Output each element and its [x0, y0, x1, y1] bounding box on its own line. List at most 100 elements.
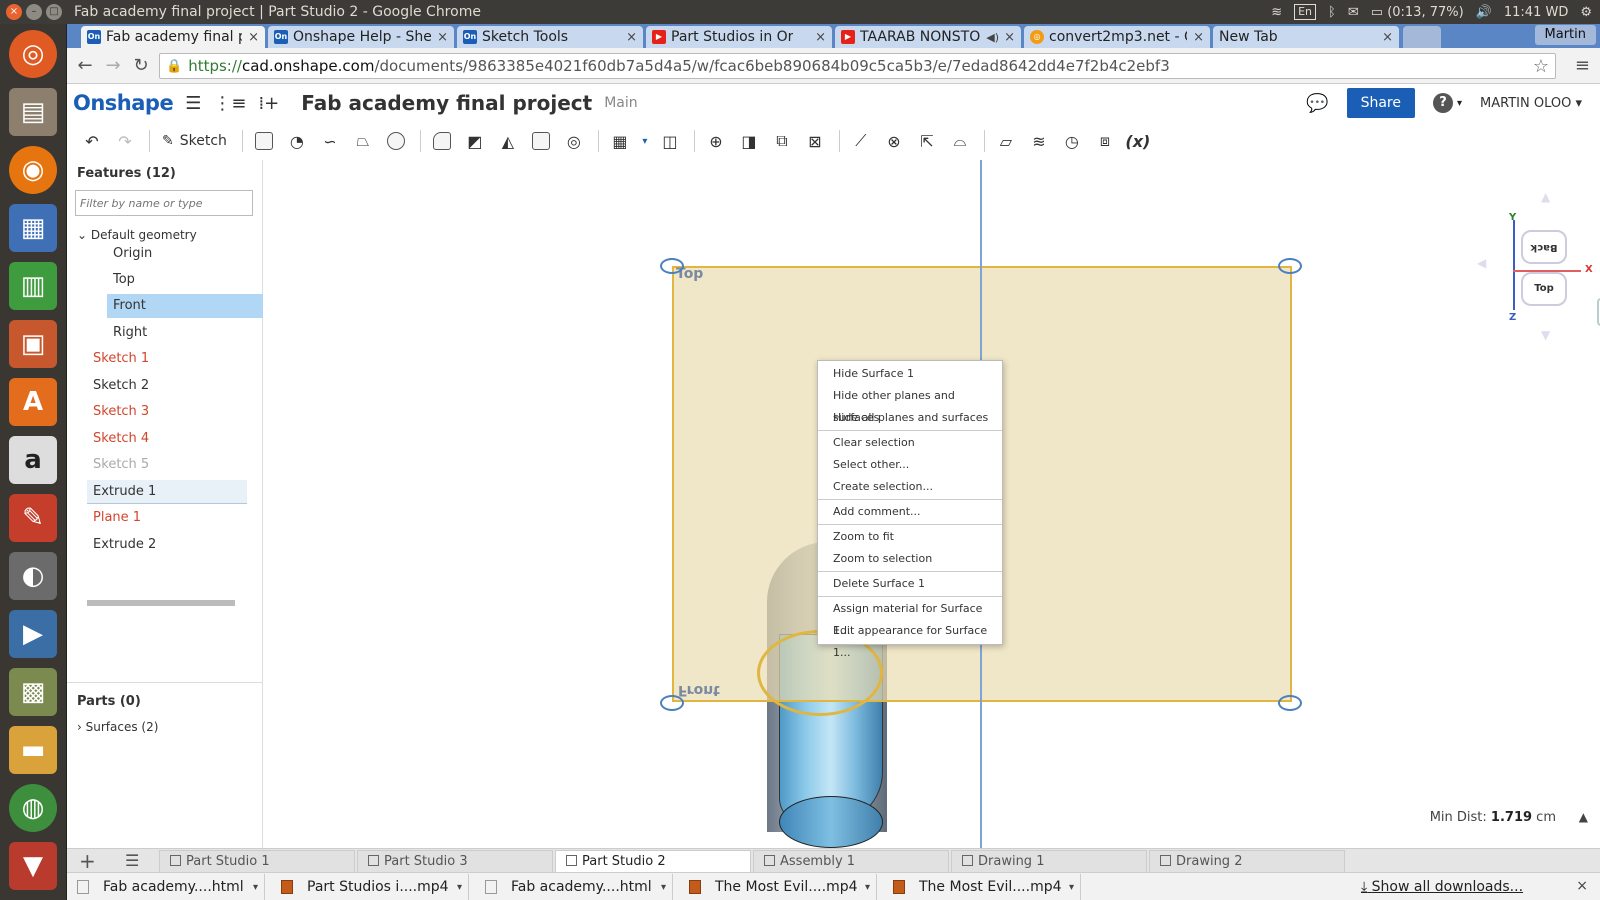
- trash-icon[interactable]: ▼: [9, 842, 57, 890]
- move-face-icon[interactable]: ⇱: [912, 127, 942, 155]
- browser-tab[interactable]: On Sketch Tools ×: [457, 26, 643, 48]
- menu-item-add-comment[interactable]: Add comment...: [818, 501, 1002, 523]
- browser-tab[interactable]: ▶ Part Studios in Or ×: [646, 26, 832, 48]
- download-item[interactable]: The Most Evil....mp4 ▾: [679, 874, 877, 900]
- plane-icon[interactable]: ▱: [991, 127, 1021, 155]
- settings-gear-icon[interactable]: ⚙: [1580, 5, 1592, 20]
- tab-close-icon[interactable]: ×: [248, 30, 259, 45]
- graphics-viewport[interactable]: Top Front ▲ ◀ ▶ ▼ Back Top Y X Z Hide Su…: [263, 160, 1600, 848]
- feature-list-icon[interactable]: ⋮≡: [213, 93, 246, 114]
- feature-sketch-2[interactable]: Sketch 2: [87, 374, 247, 398]
- download-item[interactable]: Part Studios i....mp4 ▾: [271, 874, 469, 900]
- download-item[interactable]: The Most Evil....mp4 ▾: [883, 874, 1081, 900]
- close-downloads-icon[interactable]: ×: [1576, 878, 1588, 894]
- browser-tab[interactable]: ▶ TAARAB NONSTO ◀) ×: [835, 26, 1021, 48]
- browser-tab[interactable]: On Onshape Help - Shel ×: [268, 26, 454, 48]
- plane-corner-handle[interactable]: [660, 695, 684, 711]
- tab-close-icon[interactable]: ×: [626, 30, 637, 45]
- ubuntu-dash-icon[interactable]: ◎: [9, 30, 57, 78]
- cylinder-bottom-face[interactable]: [779, 796, 883, 848]
- loft-icon[interactable]: ⏢: [348, 127, 378, 155]
- surfaces-group[interactable]: › Surfaces (2): [77, 720, 158, 734]
- delete-face-icon[interactable]: ⊗: [879, 127, 909, 155]
- chamfer-icon[interactable]: ◩: [460, 127, 490, 155]
- menu-item-edit-appearance[interactable]: Edit appearance for Surface 1...: [818, 620, 1002, 659]
- browser-tab[interactable]: ◎ convert2mp3.net - C ×: [1024, 26, 1210, 48]
- app-icon-3[interactable]: ▶: [9, 610, 57, 658]
- chevron-down-icon[interactable]: ▾: [1069, 882, 1074, 893]
- variable-icon[interactable]: (x): [1123, 127, 1153, 155]
- feature-plane-front[interactable]: Front: [107, 294, 267, 318]
- tab-close-icon[interactable]: ×: [1004, 30, 1015, 45]
- insert-icon[interactable]: ⁞+: [258, 93, 279, 114]
- comments-icon[interactable]: 💬: [1306, 93, 1328, 114]
- chevron-down-icon[interactable]: ▾: [661, 882, 666, 893]
- redo-icon[interactable]: ↷: [110, 127, 140, 155]
- tab-close-icon[interactable]: ×: [815, 30, 826, 45]
- wifi-icon[interactable]: ≋: [1271, 5, 1282, 20]
- chrome-icon[interactable]: ◍: [9, 784, 57, 832]
- tab-close-icon[interactable]: ×: [1382, 30, 1393, 45]
- browser-tab[interactable]: New Tab ×: [1213, 26, 1399, 48]
- feature-sketch-5[interactable]: Sketch 5: [87, 453, 247, 477]
- mail-icon[interactable]: ✉: [1348, 5, 1359, 20]
- app-icon-4[interactable]: ▩: [9, 668, 57, 716]
- view-cube-back-face[interactable]: Back: [1521, 230, 1567, 264]
- pattern-icon[interactable]: ▦: [605, 127, 635, 155]
- draft-icon[interactable]: ◭: [493, 127, 523, 155]
- forward-arrow-icon[interactable]: →: [99, 55, 127, 76]
- revolve-icon[interactable]: ◔: [282, 127, 312, 155]
- chevron-down-icon[interactable]: ▾: [865, 882, 870, 893]
- app-icon-2[interactable]: ◐: [9, 552, 57, 600]
- sheet-metal-icon[interactable]: ⧈: [1090, 127, 1120, 155]
- tab-drawing-2[interactable]: Drawing 2: [1149, 850, 1345, 873]
- menu-item-hide-surface[interactable]: Hide Surface 1: [818, 363, 1002, 385]
- hamburger-menu-icon[interactable]: ☰: [185, 93, 201, 114]
- amazon-icon[interactable]: a: [9, 436, 57, 484]
- app-icon-1[interactable]: ✎: [9, 494, 57, 542]
- view-cube-top-face[interactable]: Top: [1521, 272, 1567, 306]
- replace-face-icon[interactable]: ⌓: [945, 127, 975, 155]
- plane-corner-handle[interactable]: [1278, 258, 1302, 274]
- menu-item-create-selection[interactable]: Create selection...: [818, 476, 1002, 498]
- menu-item-clear-selection[interactable]: Clear selection: [818, 432, 1002, 454]
- feature-origin[interactable]: Origin: [107, 242, 267, 266]
- default-geometry-group[interactable]: ⌄ Default geometry: [77, 228, 197, 242]
- rotate-down-arrow-icon[interactable]: ▼: [1541, 328, 1550, 342]
- modify-fillet-icon[interactable]: ⟋: [846, 127, 876, 155]
- feature-sketch-1[interactable]: Sketch 1: [87, 347, 247, 371]
- feature-list-scrollbar[interactable]: [87, 600, 235, 606]
- thicken-icon[interactable]: [381, 127, 411, 155]
- feature-sketch-3[interactable]: Sketch 3: [87, 400, 247, 424]
- feature-plane-right[interactable]: Right: [107, 321, 267, 345]
- plane-corner-handle[interactable]: [660, 258, 684, 274]
- download-item[interactable]: Fab academy....html ▾: [475, 874, 673, 900]
- libreoffice-impress-icon[interactable]: ▣: [9, 320, 57, 368]
- firefox-icon[interactable]: ◉: [9, 146, 57, 194]
- onshape-logo[interactable]: Onshape: [73, 91, 174, 115]
- helix-icon[interactable]: ≋: [1024, 127, 1054, 155]
- share-button[interactable]: Share: [1346, 88, 1415, 118]
- chevron-down-icon[interactable]: ▾: [457, 882, 462, 893]
- menu-item-zoom-to-selection[interactable]: Zoom to selection: [818, 548, 1002, 570]
- volume-icon[interactable]: 🔊: [1476, 5, 1492, 20]
- sweep-icon[interactable]: ∽: [315, 127, 345, 155]
- extrude-icon[interactable]: [249, 127, 279, 155]
- feature-extrude-1[interactable]: Extrude 1: [87, 480, 247, 504]
- browser-tab-active[interactable]: On Fab academy final p ×: [81, 26, 265, 48]
- tab-audio-icon[interactable]: ◀): [986, 31, 999, 44]
- measure-expand-icon[interactable]: ▲: [1579, 810, 1588, 824]
- undo-icon[interactable]: ↶: [77, 127, 107, 155]
- add-element-icon[interactable]: +: [79, 849, 96, 873]
- feature-sketch-4[interactable]: Sketch 4: [87, 427, 247, 451]
- mirror-icon[interactable]: ◫: [655, 127, 685, 155]
- panel-divider[interactable]: [67, 682, 263, 683]
- feature-plane-top[interactable]: Top: [107, 268, 267, 292]
- sketch-button[interactable]: ✎ Sketch: [156, 127, 233, 155]
- chrome-menu-icon[interactable]: ≡: [1575, 55, 1590, 76]
- user-menu[interactable]: MARTIN OLOO ▾: [1480, 96, 1582, 111]
- tab-close-icon[interactable]: ×: [1193, 30, 1204, 45]
- software-center-icon[interactable]: A: [9, 378, 57, 426]
- bluetooth-icon[interactable]: ᛒ: [1328, 5, 1336, 20]
- element-list-icon[interactable]: ☰: [125, 849, 139, 873]
